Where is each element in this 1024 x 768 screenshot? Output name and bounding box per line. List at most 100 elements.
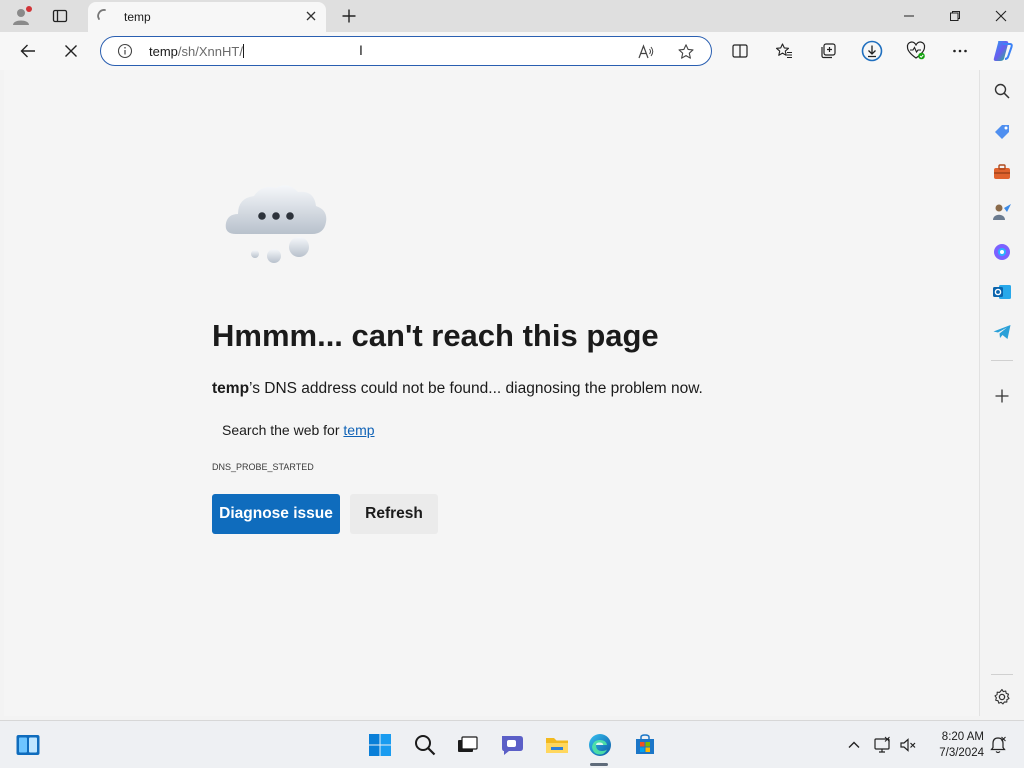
error-host: temp: [212, 380, 250, 397]
sidebar-office-button[interactable]: [991, 241, 1013, 263]
active-tab[interactable]: temp: [88, 2, 326, 32]
volume-muted-icon: [900, 738, 916, 752]
browser-toolbar: temp/sh/XnnHT/ I: [0, 32, 1024, 70]
more-icon: [953, 49, 967, 53]
collections-button[interactable]: [814, 37, 842, 65]
search-icon: [994, 83, 1010, 99]
sidebar-tools-button[interactable]: [991, 161, 1013, 183]
error-description-text: ’s DNS address could not be found... dia…: [249, 380, 703, 397]
sidebar-search-button[interactable]: [991, 80, 1013, 102]
sidebar-settings-button[interactable]: [991, 686, 1013, 708]
widgets-button[interactable]: [14, 731, 42, 759]
tab-actions-icon: [52, 9, 68, 23]
taskbar-search-button[interactable]: [411, 731, 439, 759]
split-screen-button[interactable]: [726, 37, 754, 65]
edge-taskbar-button[interactable]: [586, 731, 614, 759]
minimize-icon: [904, 15, 914, 17]
sidebar-games-button[interactable]: [991, 201, 1013, 223]
error-description: temp’s DNS address could not be found...…: [212, 380, 703, 398]
outlook-icon: [993, 285, 1011, 299]
network-icon: [874, 736, 890, 753]
edge-icon: [589, 734, 611, 756]
address-bar[interactable]: temp/sh/XnnHT/ I: [100, 36, 712, 66]
task-view-icon: [458, 736, 478, 752]
start-icon: [369, 734, 391, 756]
copilot-icon: [993, 41, 1013, 61]
downloads-icon: [861, 40, 883, 62]
search-web-suggestion: Search the web for temp: [222, 422, 375, 438]
notification-icon: [990, 736, 1006, 754]
error-code: DNS_PROBE_STARTED: [212, 462, 314, 472]
store-button[interactable]: [631, 731, 659, 759]
games-icon: [993, 204, 1011, 220]
network-status-button[interactable]: [870, 731, 894, 759]
notification-center-button[interactable]: [986, 731, 1010, 759]
chat-icon: [502, 736, 523, 755]
back-icon: [20, 44, 35, 58]
address-url: temp/sh/XnnHT/: [149, 44, 244, 59]
file-explorer-button[interactable]: [543, 731, 571, 759]
chat-button[interactable]: [498, 731, 526, 759]
loading-spinner-icon: [97, 9, 106, 20]
read-aloud-button[interactable]: [637, 43, 655, 61]
search-icon: [415, 735, 436, 756]
downloads-button[interactable]: [858, 37, 886, 65]
notification-dot: [26, 6, 32, 12]
widgets-icon: [16, 735, 40, 755]
new-tab-button[interactable]: [338, 5, 360, 27]
chevron-up-icon: [848, 741, 860, 748]
split-screen-icon: [732, 44, 748, 58]
url-path: /sh/XnnHT/: [177, 44, 243, 59]
stop-loading-button[interactable]: [57, 37, 85, 65]
favorites-icon: [775, 43, 792, 59]
tab-strip: temp: [0, 0, 1024, 32]
back-button[interactable]: [14, 37, 42, 65]
sidebar-telegram-button[interactable]: [991, 321, 1013, 343]
sidebar-outlook-button[interactable]: [991, 281, 1013, 303]
error-heading: Hmmm... can't reach this page: [212, 318, 659, 353]
diagnose-issue-button[interactable]: Diagnose issue: [212, 494, 340, 534]
refresh-button[interactable]: Refresh: [350, 494, 438, 534]
active-app-indicator: [590, 763, 608, 766]
copilot-button[interactable]: [988, 37, 1016, 65]
text-caret: [242, 44, 244, 58]
volume-button[interactable]: [896, 731, 920, 759]
show-hidden-icons-button[interactable]: [842, 731, 866, 759]
url-host: temp: [149, 44, 178, 59]
sidebar-divider: [991, 360, 1013, 361]
text-cursor-icon: I: [359, 42, 363, 58]
read-aloud-icon: [638, 44, 654, 59]
add-favorite-button[interactable]: [677, 43, 695, 61]
more-button[interactable]: [946, 37, 974, 65]
profile-button[interactable]: [8, 4, 34, 28]
restore-icon: [950, 11, 960, 21]
close-window-button[interactable]: [978, 0, 1024, 32]
search-web-link[interactable]: temp: [343, 422, 374, 438]
clock-time: 8:20 AM: [941, 731, 984, 743]
settings-icon: [994, 688, 1010, 705]
new-tab-icon: [342, 9, 356, 23]
minimize-button[interactable]: [886, 0, 932, 32]
tab-actions-button[interactable]: [46, 4, 74, 28]
sidebar-add-button[interactable]: [991, 385, 1013, 407]
search-web-prefix: Search the web for: [222, 422, 344, 438]
close-tab-icon[interactable]: [304, 9, 318, 23]
taskbar-clock[interactable]: 8:20 AM 7/3/2024: [930, 729, 984, 761]
clock-date: 7/3/2024: [939, 747, 984, 759]
add-icon: [995, 389, 1009, 403]
collections-icon: [821, 43, 836, 59]
windows-taskbar: 8:20 AM 7/3/2024: [0, 720, 1024, 768]
browser-essentials-button[interactable]: [902, 37, 930, 65]
browser-essentials-icon: [906, 41, 926, 60]
store-icon: [636, 734, 654, 754]
start-button[interactable]: [366, 731, 394, 759]
site-info-icon[interactable]: [117, 43, 133, 59]
task-view-button[interactable]: [453, 731, 481, 759]
office-icon: [994, 244, 1010, 260]
sidebar-shopping-button[interactable]: [991, 121, 1013, 143]
favorites-button[interactable]: [770, 37, 798, 65]
favorite-star-icon: [678, 44, 694, 59]
stop-icon: [65, 45, 77, 57]
edge-sidebar: [981, 70, 1024, 716]
restore-button[interactable]: [932, 0, 978, 32]
